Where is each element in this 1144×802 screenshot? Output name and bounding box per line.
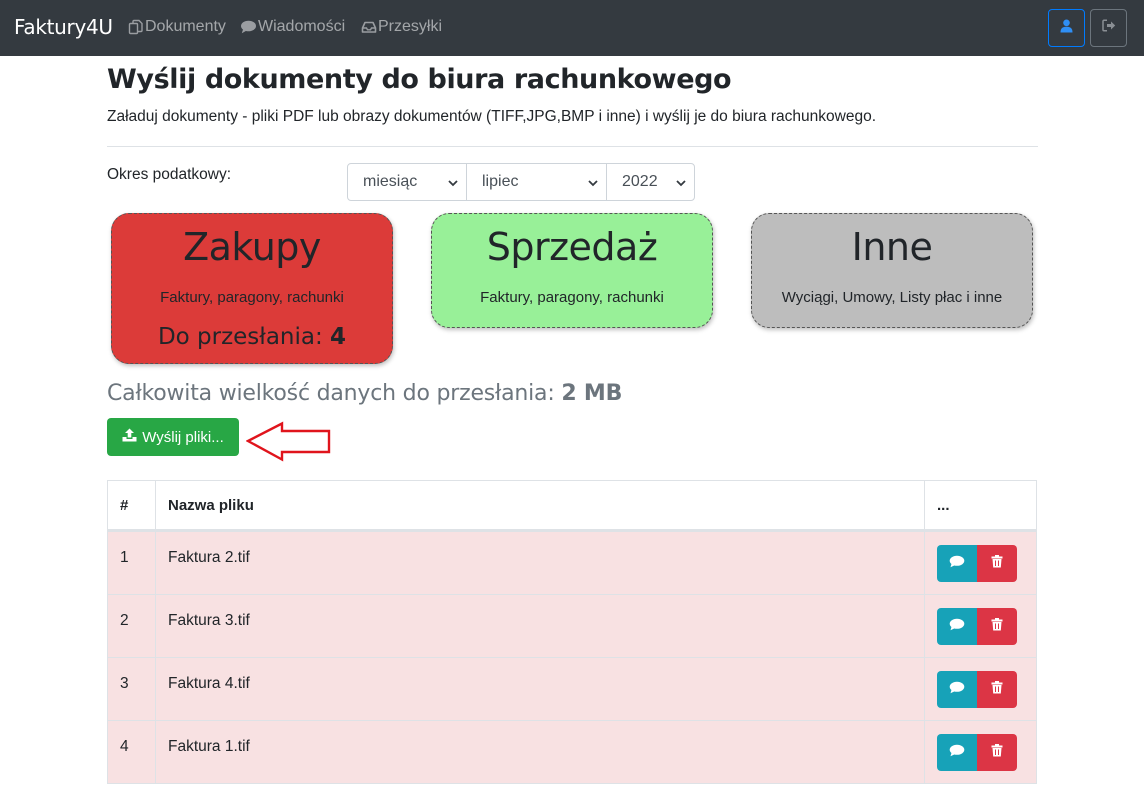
documents-icon bbox=[128, 19, 144, 35]
comment-icon bbox=[949, 618, 965, 636]
table-row: 1 Faktura 2.tif bbox=[108, 531, 1036, 594]
files-table: # Nazwa pliku ... 1 Faktura 2.tif 2 Fakt… bbox=[107, 480, 1037, 784]
send-files-label: Wyślij pliki... bbox=[142, 428, 224, 446]
total-size: Całkowita wielkość danych do przesłania:… bbox=[107, 381, 622, 406]
row-number: 4 bbox=[120, 738, 129, 755]
nav-messages[interactable]: Wiadomości bbox=[240, 18, 345, 36]
month-select[interactable]: lipiec bbox=[466, 163, 607, 201]
nav-documents[interactable]: Dokumenty bbox=[128, 18, 226, 36]
file-name: Faktura 3.tif bbox=[168, 612, 250, 629]
comment-icon bbox=[949, 744, 965, 762]
sign-out-icon bbox=[1101, 19, 1116, 37]
send-files-button[interactable]: Wyślij pliki... bbox=[107, 418, 239, 456]
total-size-value: 2 MB bbox=[561, 381, 623, 406]
divider bbox=[107, 146, 1038, 147]
page-description: Załaduj dokumenty - pliki PDF lub obrazy… bbox=[107, 108, 877, 125]
column-header-filename: Nazwa pliku bbox=[168, 497, 254, 514]
card-subtitle: Wyciągi, Umowy, Listy płac i inne bbox=[781, 289, 1003, 306]
column-header-actions: ... bbox=[937, 497, 950, 514]
brand-logo[interactable]: Faktury4U bbox=[14, 15, 113, 39]
period-type-value: miesiąc bbox=[363, 173, 418, 190]
comment-button[interactable] bbox=[937, 608, 977, 645]
table-row: 4 Faktura 1.tif bbox=[108, 720, 1036, 783]
page-title: Wyślij dokumenty do biura rachunkowego bbox=[107, 64, 732, 95]
delete-button[interactable] bbox=[977, 734, 1017, 771]
nav-documents-label: Dokumenty bbox=[145, 18, 226, 35]
comment-icon bbox=[949, 681, 965, 699]
row-number: 2 bbox=[120, 612, 129, 629]
file-name: Faktura 1.tif bbox=[168, 738, 250, 755]
nav-messages-label: Wiadomości bbox=[258, 18, 346, 35]
file-name: Faktura 2.tif bbox=[168, 549, 250, 566]
logout-button[interactable] bbox=[1090, 9, 1127, 47]
delete-button[interactable] bbox=[977, 671, 1017, 708]
comment-button[interactable] bbox=[937, 734, 977, 771]
trash-icon bbox=[991, 743, 1003, 762]
table-header: # Nazwa pliku ... bbox=[108, 481, 1036, 531]
card-subtitle: Faktury, paragony, rachunki bbox=[160, 289, 344, 306]
table-row: 3 Faktura 4.tif bbox=[108, 657, 1036, 720]
period-type-select[interactable]: miesiąc bbox=[347, 163, 467, 201]
tax-period-label: Okres podatkowy: bbox=[107, 166, 232, 183]
user-profile-button[interactable] bbox=[1048, 9, 1085, 47]
user-icon bbox=[1060, 19, 1073, 38]
upload-icon bbox=[122, 428, 137, 446]
column-header-number: # bbox=[120, 497, 129, 514]
category-card-other[interactable]: Inne Wyciągi, Umowy, Listy płac i inne bbox=[751, 213, 1033, 328]
card-title: Inne bbox=[851, 225, 933, 269]
chat-icon bbox=[240, 19, 257, 35]
nav-shipments-label: Przesyłki bbox=[378, 18, 443, 35]
card-title: Zakupy bbox=[183, 225, 321, 269]
table-row: 2 Faktura 3.tif bbox=[108, 594, 1036, 657]
comment-icon bbox=[949, 555, 965, 573]
annotation-arrow bbox=[246, 421, 331, 462]
inbox-icon bbox=[361, 19, 377, 35]
delete-button[interactable] bbox=[977, 608, 1017, 645]
total-size-label: Całkowita wielkość danych do przesłania: bbox=[107, 381, 555, 406]
year-value: 2022 bbox=[622, 173, 658, 190]
nav-shipments[interactable]: Przesyłki bbox=[361, 18, 442, 36]
file-name: Faktura 4.tif bbox=[168, 675, 250, 692]
comment-button[interactable] bbox=[937, 671, 977, 708]
delete-button[interactable] bbox=[977, 545, 1017, 582]
row-number: 1 bbox=[120, 549, 129, 566]
card-subtitle: Faktury, paragony, rachunki bbox=[480, 289, 664, 306]
trash-icon bbox=[991, 554, 1003, 573]
trash-icon bbox=[991, 680, 1003, 699]
category-card-sales[interactable]: Sprzedaż Faktury, paragony, rachunki bbox=[431, 213, 713, 328]
row-number: 3 bbox=[120, 675, 129, 692]
card-title: Sprzedaż bbox=[486, 225, 658, 269]
pending-count: Do przesłania: 4 bbox=[112, 324, 392, 350]
trash-icon bbox=[991, 617, 1003, 636]
year-select[interactable]: 2022 bbox=[606, 163, 695, 201]
top-navbar: Faktury4U Dokumenty Wiadomości Przesyłki bbox=[0, 0, 1144, 56]
comment-button[interactable] bbox=[937, 545, 977, 582]
pending-count-value: 4 bbox=[330, 324, 347, 350]
pending-count-label: Do przesłania: bbox=[157, 324, 323, 350]
category-card-purchases[interactable]: Zakupy Faktury, paragony, rachunki Do pr… bbox=[111, 213, 393, 364]
month-value: lipiec bbox=[482, 173, 519, 190]
